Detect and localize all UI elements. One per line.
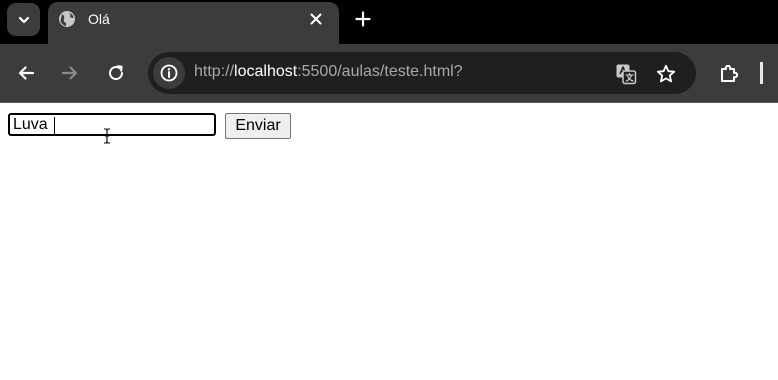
reload-icon [109,65,124,81]
tab-search-button[interactable] [7,3,40,36]
extensions-button[interactable] [718,61,742,85]
bookmark-button[interactable] [655,63,677,85]
forward-button[interactable] [58,61,82,85]
translate-button[interactable] [615,63,637,85]
close-icon [310,13,322,25]
active-tab[interactable]: Olá [48,2,339,44]
url-path: :5500/aulas/teste.html? [297,63,463,80]
tab-close-button[interactable] [306,9,326,29]
tab-title: Olá [88,11,110,27]
puzzle-icon [721,64,739,82]
translate-icon [616,64,637,85]
info-icon [160,64,178,82]
new-tab-button[interactable] [352,8,374,30]
chevron-down-icon [18,16,29,23]
arrow-left-icon [18,66,35,80]
reload-button[interactable] [104,61,128,85]
url-text[interactable]: http://localhost:5500/aulas/teste.html? [194,63,463,81]
tab-strip: Olá [0,0,778,44]
plus-icon [355,11,371,27]
text-caret [54,117,55,134]
kebab-menu-icon[interactable] [760,62,763,84]
address-bar[interactable]: http://localhost:5500/aulas/teste.html? [148,52,696,94]
ibeam-cursor-icon [104,128,110,144]
site-info-button[interactable] [153,57,185,89]
page-content: Enviar [0,103,778,380]
browser-toolbar: http://localhost:5500/aulas/teste.html? [0,44,778,103]
submit-button[interactable]: Enviar [225,113,291,139]
globe-icon [59,11,75,27]
star-icon [656,64,676,83]
url-scheme: http:// [194,63,235,80]
arrow-right-icon [61,66,78,80]
back-button[interactable] [14,61,38,85]
url-host: localhost [234,63,298,80]
search-input[interactable] [8,113,216,136]
